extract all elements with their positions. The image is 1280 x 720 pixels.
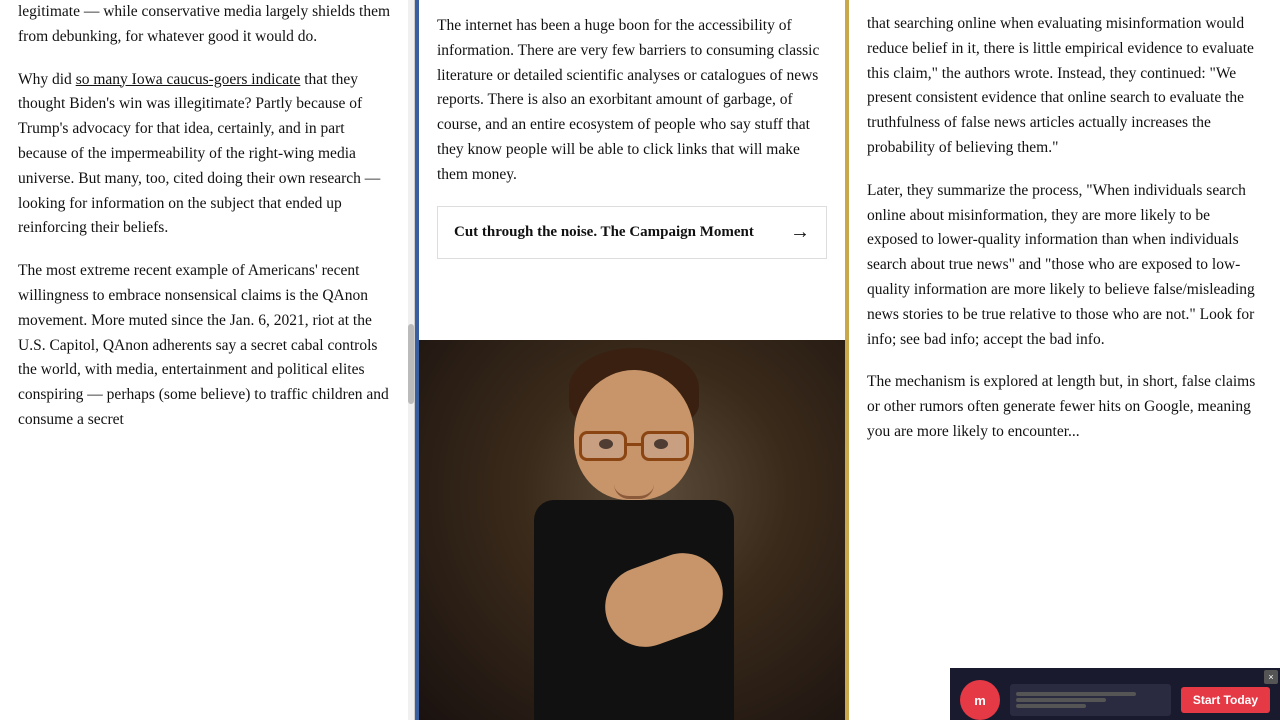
left-p2-before: Why did [18, 71, 76, 88]
campaign-banner-arrow: → [790, 221, 810, 244]
right-content: that searching online when evaluating mi… [867, 0, 1262, 445]
glasses-right [641, 431, 689, 461]
center-column: The internet has been a huge boon for th… [419, 0, 849, 720]
right-p2: Later, they summarize the process, "When… [867, 179, 1262, 353]
ad-close-button[interactable]: × [1264, 670, 1278, 684]
right-p3: The mechanism is explored at length but,… [867, 370, 1262, 444]
left-p2: Why did so many Iowa caucus-goers indica… [18, 68, 396, 242]
right-column: that searching online when evaluating mi… [849, 0, 1280, 720]
ad-line-2 [1016, 698, 1106, 702]
left-p1: legitimate — while conservative media la… [18, 0, 396, 50]
ad-text-lines [1016, 692, 1136, 708]
left-column: legitimate — while conservative media la… [0, 0, 415, 720]
left-p3: The most extreme recent example of Ameri… [18, 259, 396, 433]
ad-text-area [1010, 684, 1171, 716]
glasses-bridge [627, 443, 641, 446]
ad-banner[interactable]: m Start Today × [950, 668, 1280, 720]
ad-logo: m [960, 680, 1000, 720]
left-p2-after: that they thought Biden's win was illegi… [18, 71, 380, 237]
campaign-banner[interactable]: Cut through the noise. The Campaign Mome… [437, 206, 827, 259]
campaign-banner-text: Cut through the noise. The Campaign Mome… [454, 222, 754, 243]
ad-cta-button[interactable]: Start Today [1181, 687, 1270, 713]
center-p1: The internet has been a huge boon for th… [437, 14, 827, 188]
person-silhouette [419, 340, 849, 720]
right-p1: that searching online when evaluating mi… [867, 12, 1262, 161]
center-text-top: The internet has been a huge boon for th… [419, 0, 845, 188]
iowa-link[interactable]: so many Iowa caucus-goers indicate [76, 71, 301, 88]
glasses-left [579, 431, 627, 461]
ad-line-3 [1016, 704, 1086, 708]
ad-line-1 [1016, 692, 1136, 696]
scrollbar-thumb[interactable] [408, 324, 414, 404]
video-overlay[interactable] [419, 340, 849, 720]
